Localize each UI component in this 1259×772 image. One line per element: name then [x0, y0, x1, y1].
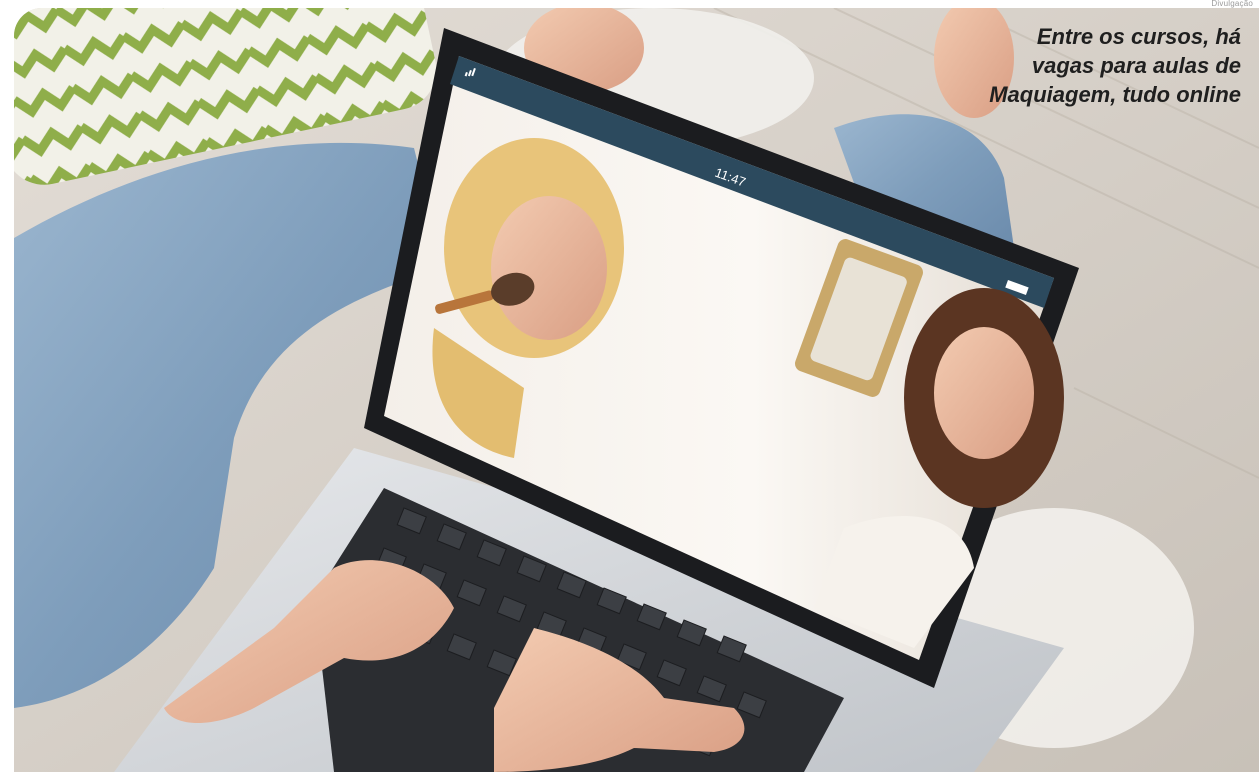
- photo-credit: Divulgação: [1211, 0, 1253, 8]
- photo-frame: 11:47 Divulgação Entre os cursos, há vag…: [0, 0, 1259, 772]
- photo-illustration: 11:47: [14, 8, 1259, 772]
- woman-brunette-face: [934, 327, 1034, 459]
- background-photo: 11:47: [14, 8, 1259, 772]
- woman-blonde-face: [491, 196, 607, 340]
- photo-caption: Entre os cursos, há vagas para aulas de …: [989, 24, 1241, 107]
